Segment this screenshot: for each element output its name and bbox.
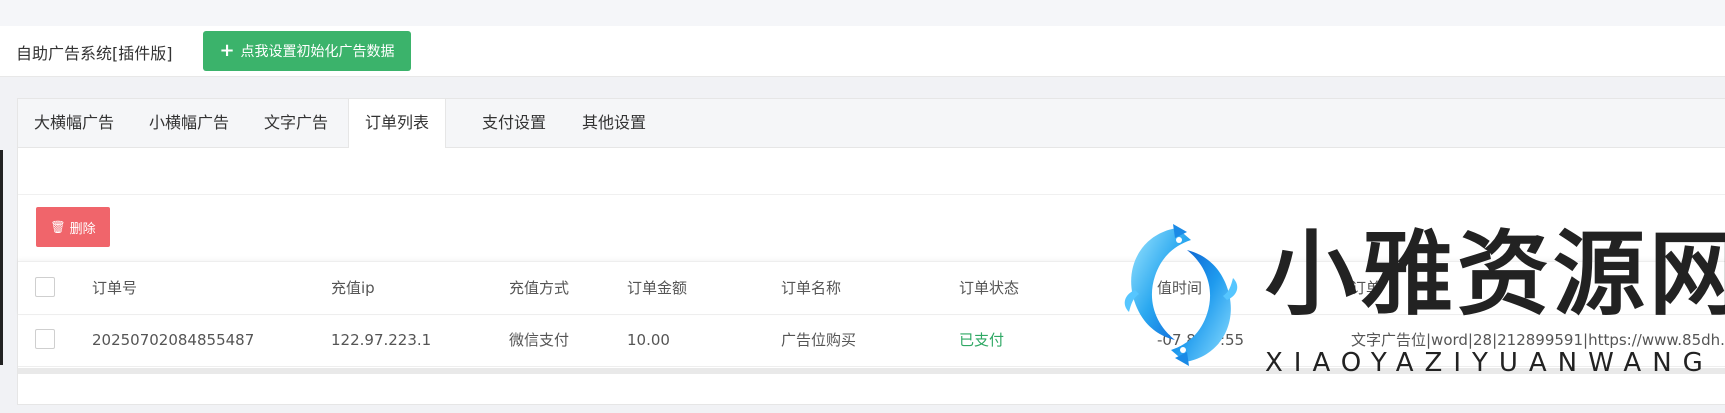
tab-text-ad[interactable]: 文字广告 — [248, 99, 344, 147]
col-status[interactable]: 订单状态 — [959, 262, 1019, 314]
page: 自助广告系统[插件版] + 点我设置初始化广告数据 大横幅广告 小横幅广告 文字… — [0, 0, 1725, 413]
cell-ip: 122.97.223.1 — [331, 331, 432, 349]
delete-label: 删除 — [69, 221, 96, 237]
top-band — [0, 0, 1725, 26]
init-ad-data-button[interactable]: + 点我设置初始化广告数据 — [203, 31, 411, 71]
delete-button[interactable]: 🗑 删除 — [36, 207, 110, 247]
cell-pay-method: 微信支付 — [509, 331, 570, 349]
tab-small-banner[interactable]: 小横幅广告 — [133, 99, 245, 147]
tab-bar: 大横幅广告 小横幅广告 文字广告 订单列表 支付设置 其他设置 — [18, 99, 1725, 148]
left-edge-divider — [0, 150, 3, 365]
table-scrollbar[interactable] — [18, 368, 1725, 374]
tab-payment-settings[interactable]: 支付设置 — [466, 99, 562, 147]
table-header: 订单号 充值ip 充值方式 订单金额 订单名称 订单状态 值时间 订单 — [18, 261, 1725, 315]
tab-order-list[interactable]: 订单列表 — [348, 99, 447, 148]
col-amount[interactable]: 订单金额 — [627, 262, 687, 314]
cell-detail: 文字广告位|word|28|212899591|https://www.85dh… — [1351, 331, 1725, 349]
table-row: 20250702084855487 122.97.223.1 微信支付 10.0… — [18, 314, 1725, 367]
trash-icon: 🗑 — [50, 220, 66, 234]
init-ad-data-label: 点我设置初始化广告数据 — [240, 44, 395, 60]
col-pay-method[interactable]: 充值方式 — [509, 262, 569, 314]
select-all-checkbox[interactable] — [35, 277, 55, 297]
plus-icon: + — [219, 40, 235, 61]
tab-big-banner[interactable]: 大横幅广告 — [18, 99, 130, 147]
toolbar-divider — [18, 194, 1725, 195]
cell-amount: 10.00 — [627, 331, 670, 349]
col-order-no[interactable]: 订单号 — [92, 262, 137, 314]
cell-order-name: 广告位购买 — [781, 331, 857, 349]
main-panel: 大横幅广告 小横幅广告 文字广告 订单列表 支付设置 其他设置 🗑 删除 订单号… — [17, 98, 1725, 405]
cell-time: -07 8:48:55 — [1157, 331, 1245, 349]
col-ip[interactable]: 充值ip — [331, 262, 375, 314]
header: 自助广告系统[插件版] + 点我设置初始化广告数据 — [0, 26, 1725, 77]
col-time[interactable]: 值时间 — [1157, 262, 1202, 314]
col-order-name[interactable]: 订单名称 — [781, 262, 841, 314]
row-checkbox[interactable] — [35, 329, 55, 349]
app-title: 自助广告系统[插件版] — [16, 44, 173, 63]
cell-status: 已支付 — [959, 331, 1005, 349]
cell-order-no: 20250702084855487 — [92, 331, 255, 349]
tab-other-settings[interactable]: 其他设置 — [566, 99, 662, 147]
col-detail[interactable]: 订单 — [1351, 262, 1381, 314]
